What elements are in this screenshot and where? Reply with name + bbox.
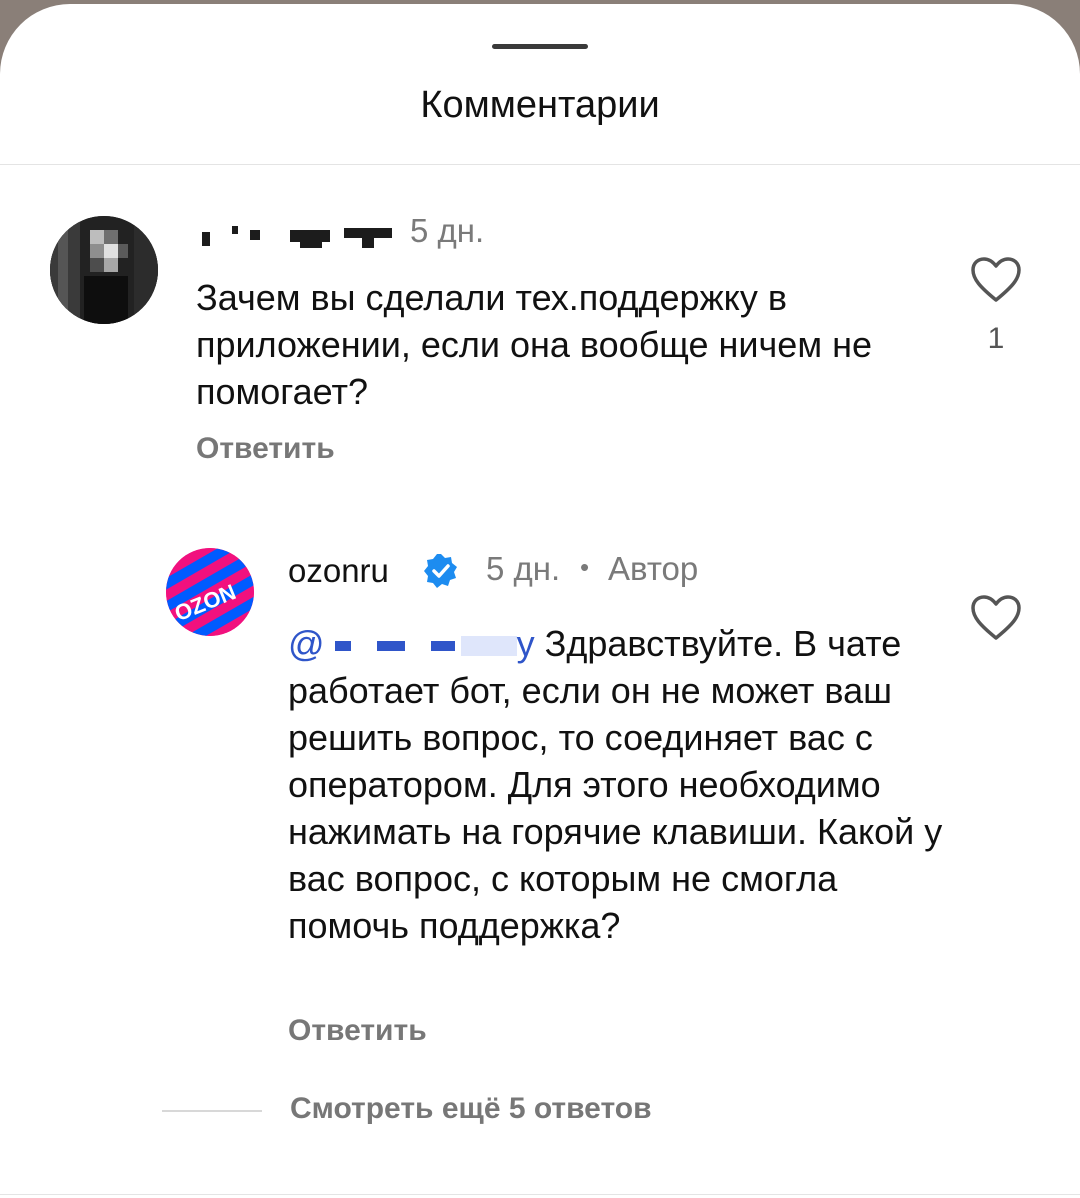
like-count: 1 <box>987 322 1005 355</box>
reply-button[interactable]: Ответить <box>288 1014 427 1048</box>
author-label: Автор <box>608 550 699 587</box>
comment-text: Зачем вы сделали тех.поддержку в приложе… <box>196 277 872 412</box>
ozon-logo-icon: OZON <box>166 548 254 636</box>
meta-separator: • <box>580 552 590 582</box>
view-more-replies-button[interactable]: Смотреть ещё 5 ответов <box>290 1092 652 1126</box>
bottom-divider <box>0 1194 1080 1195</box>
like-button[interactable] <box>970 594 1022 642</box>
heart-outline-icon <box>971 595 1021 640</box>
comment-time: 5 дн. <box>410 212 485 249</box>
reply-time: 5 дн. <box>486 550 561 587</box>
verified-badge-icon <box>422 552 460 590</box>
avatar-image <box>50 216 158 324</box>
comments-sheet: Комментарии 5 дн. Зачем вы сделали тех.п… <box>0 4 1080 1198</box>
mention-link[interactable]: @ у <box>288 623 535 664</box>
mention-tail: у <box>516 623 535 664</box>
reply-text: Здравствуйте. В чате работает бот, если … <box>288 623 943 946</box>
sheet-title: Комментарии <box>420 84 660 126</box>
heart-outline-icon <box>971 257 1021 302</box>
reply-button[interactable]: Ответить <box>196 432 335 466</box>
reply-text-block: @ у Здравствуйте. В чате работает бот, е… <box>288 620 948 949</box>
reply-username[interactable]: ozonru <box>288 552 389 590</box>
mention-prefix: @ <box>288 623 325 664</box>
header-divider <box>0 164 1080 165</box>
drag-handle[interactable] <box>492 44 588 49</box>
avatar[interactable] <box>50 216 158 324</box>
more-replies-line <box>162 1110 262 1112</box>
like-button[interactable] <box>970 256 1022 304</box>
avatar[interactable]: OZON <box>166 548 254 636</box>
